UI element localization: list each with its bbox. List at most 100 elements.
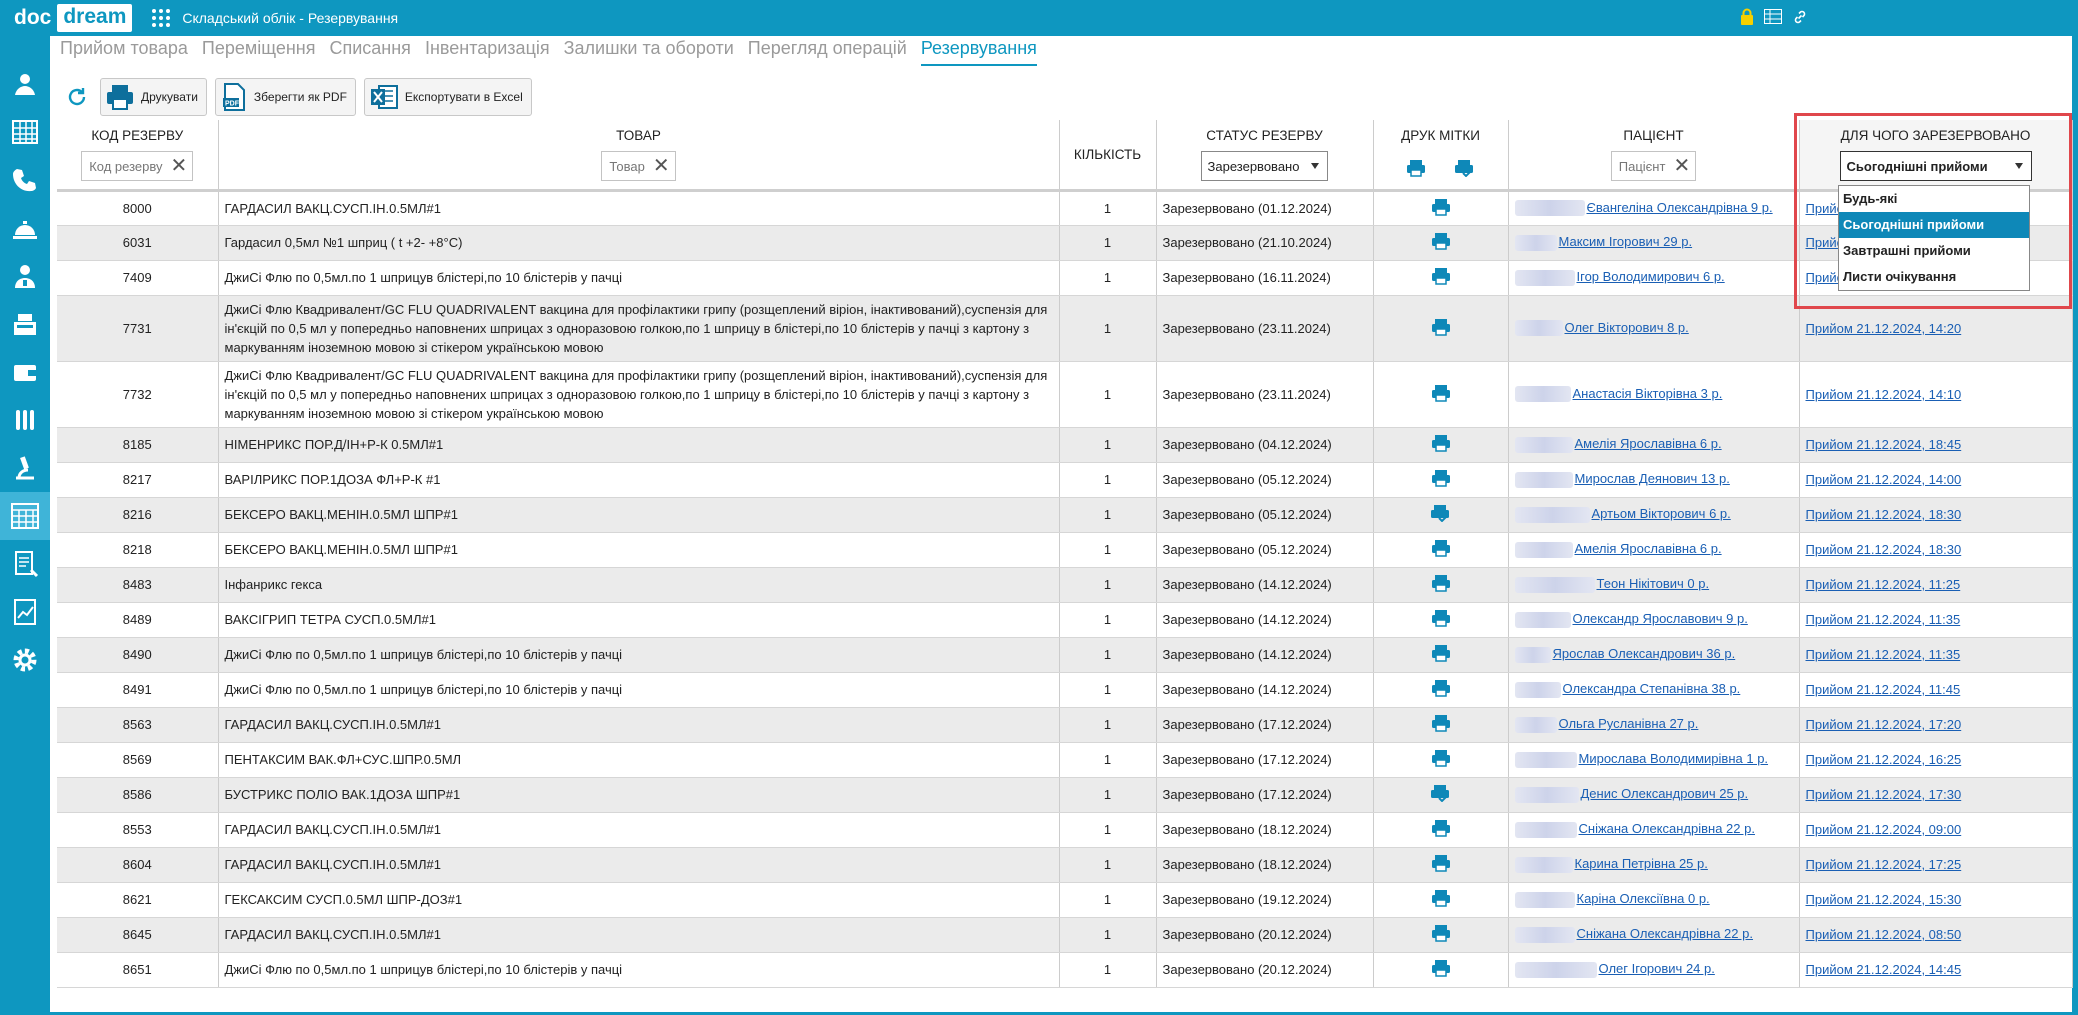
- print-label-icon[interactable]: [1431, 232, 1451, 250]
- sidebar-item-reception[interactable]: [0, 204, 50, 252]
- refresh-button[interactable]: [62, 79, 92, 115]
- product-filter-input[interactable]: Товар ✕: [601, 151, 676, 181]
- dropdown-option-waitlists[interactable]: Листи очікування: [1839, 264, 2029, 290]
- print-label-icon[interactable]: [1431, 318, 1451, 336]
- print-label-cell[interactable]: [1373, 225, 1509, 261]
- appointment-link[interactable]: Прийом 21.12.2024, 14:00: [1806, 472, 1962, 487]
- tab-reservations[interactable]: Резервування: [920, 38, 1037, 66]
- patient-link[interactable]: Ярослав Олександрович 36 р.: [1553, 646, 1736, 661]
- table-row[interactable]: 8491 ДжиСі Флю по 0,5мл.по 1 шприцув бліс…: [57, 672, 2073, 708]
- patient-link[interactable]: Євангеліна Олександрівна 9 р.: [1587, 200, 1773, 215]
- print-label-cell[interactable]: [1373, 361, 1509, 428]
- sidebar-item-settings[interactable]: [0, 636, 50, 684]
- apps-grid-icon[interactable]: [152, 9, 171, 27]
- print-label-cell[interactable]: [1373, 637, 1509, 673]
- dropdown-option-tomorrow[interactable]: Завтрашні прийоми: [1839, 238, 2029, 264]
- appointment-link[interactable]: Прийом 21.12.2024, 11:45: [1806, 682, 1961, 697]
- appointment-link[interactable]: Прийом 21.12.2024, 18:45: [1806, 437, 1962, 452]
- tab-operations[interactable]: Перегляд операцій: [748, 38, 907, 66]
- clear-patient-filter-icon[interactable]: ✕: [1673, 156, 1690, 176]
- patient-link[interactable]: Олег Ігорович 24 р.: [1599, 961, 1715, 976]
- table-row[interactable]: 8645 ГАРДАСИЛ ВАКЦ.СУСП.ІН.0.5МЛ#1 1 Зарезе…: [57, 917, 2073, 953]
- print-label-cell[interactable]: [1373, 952, 1509, 988]
- print-label-icon[interactable]: [1431, 854, 1451, 872]
- column-header-product[interactable]: ТОВАР Товар ✕: [218, 120, 1060, 192]
- save-pdf-button[interactable]: PDF Зберегти як PDF: [214, 78, 356, 116]
- sidebar-item-calls[interactable]: [0, 156, 50, 204]
- code-filter-input[interactable]: Код резерву ✕: [81, 151, 194, 181]
- table-row[interactable]: 8586 БУСТРИКС ПОЛІО ВАК.1ДОЗА ШПР#1 1 Зарез…: [57, 777, 2073, 813]
- appointment-link[interactable]: Прийом 21.12.2024, 14:45: [1806, 962, 1962, 977]
- sidebar-item-reports[interactable]: [0, 588, 50, 636]
- print-label-cell[interactable]: [1373, 777, 1509, 813]
- patient-link[interactable]: Максим Ігорович 29 р.: [1559, 234, 1693, 249]
- print-label-icon[interactable]: [1431, 679, 1451, 697]
- sidebar-item-research[interactable]: [0, 444, 50, 492]
- sidebar-item-documents[interactable]: [0, 540, 50, 588]
- patient-link[interactable]: Ольга Русланівна 27 р.: [1559, 716, 1699, 731]
- print-label-cell[interactable]: [1373, 567, 1509, 603]
- print-label-icon[interactable]: [1431, 267, 1451, 285]
- print-button[interactable]: Друкувати: [100, 78, 207, 116]
- appointment-link[interactable]: Прийом 21.12.2024, 18:30: [1806, 542, 1962, 557]
- appointment-link[interactable]: Прийом 21.12.2024, 11:35: [1806, 612, 1961, 627]
- print-label-icon[interactable]: [1431, 959, 1451, 977]
- table-row[interactable]: 8216 БЕКСЕРО ВАКЦ.МЕНІН.0.5МЛ ШПР#1 1 Зарез…: [57, 497, 2073, 533]
- column-header-print[interactable]: ДРУК МІТКИ: [1373, 120, 1509, 192]
- table-row[interactable]: 8569 ПЕНТАКСИМ ВАК.ФЛ+СУС.ШПР.0.5МЛ 1 Зарез…: [57, 742, 2073, 778]
- print-label-cell[interactable]: [1373, 672, 1509, 708]
- lock-icon[interactable]: [1740, 8, 1754, 25]
- patient-link[interactable]: Сніжана Олександрівна 22 р.: [1579, 821, 1755, 836]
- print-label-icon[interactable]: [1431, 889, 1451, 907]
- patient-link[interactable]: Олександр Ярославович 9 р.: [1573, 611, 1748, 626]
- table-row[interactable]: 8218 БЕКСЕРО ВАКЦ.МЕНІН.0.5МЛ ШПР#1 1 Зарез…: [57, 532, 2073, 568]
- patient-link[interactable]: Мирослав Деянович 13 р.: [1575, 471, 1730, 486]
- patient-link[interactable]: Анастасія Вікторівна 3 р.: [1573, 386, 1723, 401]
- print-label-icon[interactable]: [1431, 574, 1451, 592]
- tab-inventory[interactable]: Інвентаризація: [425, 38, 550, 66]
- dropdown-option-today[interactable]: Сьогоднішні прийоми: [1839, 212, 2029, 238]
- app-logo[interactable]: doc dream: [14, 4, 133, 32]
- appointment-link[interactable]: Прийом 21.12.2024, 18:30: [1806, 507, 1962, 522]
- patient-link[interactable]: Карина Петрівна 25 р.: [1575, 856, 1708, 871]
- appointment-link[interactable]: Прийом 21.12.2024, 14:20: [1806, 321, 1962, 336]
- appointment-link[interactable]: Прийом 21.12.2024, 15:30: [1806, 892, 1962, 907]
- table-row[interactable]: 8185 НІМЕНРИКС ПОР.Д/ІН+Р-К 0.5МЛ#1 1 Зарез…: [57, 427, 2073, 463]
- sidebar-item-doctors[interactable]: [0, 252, 50, 300]
- print-label-icon[interactable]: [1431, 714, 1451, 732]
- table-row[interactable]: 8000 ГАРДАСИЛ ВАКЦ.СУСП.ІН.0.5МЛ#1 1 Зарезе…: [57, 190, 2073, 226]
- print-label-icon[interactable]: [1431, 749, 1451, 767]
- appointment-link[interactable]: Прийом 21.12.2024, 16:25: [1806, 752, 1962, 767]
- table-row[interactable]: 7731 ДжиСі Флю Квадривалент/GC FLU QUADRI…: [57, 295, 2073, 362]
- print-label-cell[interactable]: [1373, 742, 1509, 778]
- print-label-icon[interactable]: [1431, 434, 1451, 452]
- table-row[interactable]: 8217 ВАРІЛРИКС ПОР.1ДОЗА ФЛ+Р-К #1 1 Зарезе…: [57, 462, 2073, 498]
- patient-link[interactable]: Каріна Олексіївна 0 р.: [1577, 891, 1710, 906]
- print-label-icon[interactable]: [1431, 384, 1451, 402]
- patient-link[interactable]: Мирослава Володимирівна 1 р.: [1579, 751, 1769, 766]
- print-label-cell[interactable]: [1373, 707, 1509, 743]
- patient-link[interactable]: Олег Вікторович 8 р.: [1565, 320, 1689, 335]
- patient-link[interactable]: Сніжана Олександрівна 22 р.: [1577, 926, 1753, 941]
- appointment-link[interactable]: Прийом 21.12.2024, 17:25: [1806, 857, 1962, 872]
- print-label-cell[interactable]: [1373, 602, 1509, 638]
- print-label-cell[interactable]: [1373, 882, 1509, 918]
- printed-check-icon[interactable]: [1430, 784, 1452, 803]
- print-label-icon[interactable]: [1431, 644, 1451, 662]
- column-header-purpose[interactable]: ДЛЯ ЧОГО ЗАРЕЗЕРВОВАНО Сьогоднішні прийо…: [1799, 120, 2073, 192]
- table-row[interactable]: 6031 Гардасил 0,5мл №1 шприц ( t +2- +8°C…: [57, 225, 2073, 261]
- table-row[interactable]: 8490 ДжиСі Флю по 0,5мл.по 1 шприцув бліс…: [57, 637, 2073, 673]
- print-label-cell[interactable]: [1373, 295, 1509, 362]
- print-label-cell[interactable]: [1373, 532, 1509, 568]
- table-row[interactable]: 7732 ДжиСі Флю Квадривалент/GC FLU QUADRI…: [57, 361, 2073, 428]
- patient-filter-input[interactable]: Пацієнт ✕: [1610, 151, 1697, 181]
- table-view-icon[interactable]: [1764, 9, 1782, 24]
- clear-code-filter-icon[interactable]: ✕: [171, 156, 188, 176]
- sidebar-item-finance[interactable]: [0, 348, 50, 396]
- appointment-link[interactable]: Прийом 21.12.2024, 17:30: [1806, 787, 1962, 802]
- print-label-cell[interactable]: [1373, 847, 1509, 883]
- print-label-icon[interactable]: [1431, 469, 1451, 487]
- print-label-cell[interactable]: [1373, 260, 1509, 296]
- tab-goods-receipt[interactable]: Прийом товара: [60, 38, 188, 66]
- print-label-cell[interactable]: [1373, 190, 1509, 226]
